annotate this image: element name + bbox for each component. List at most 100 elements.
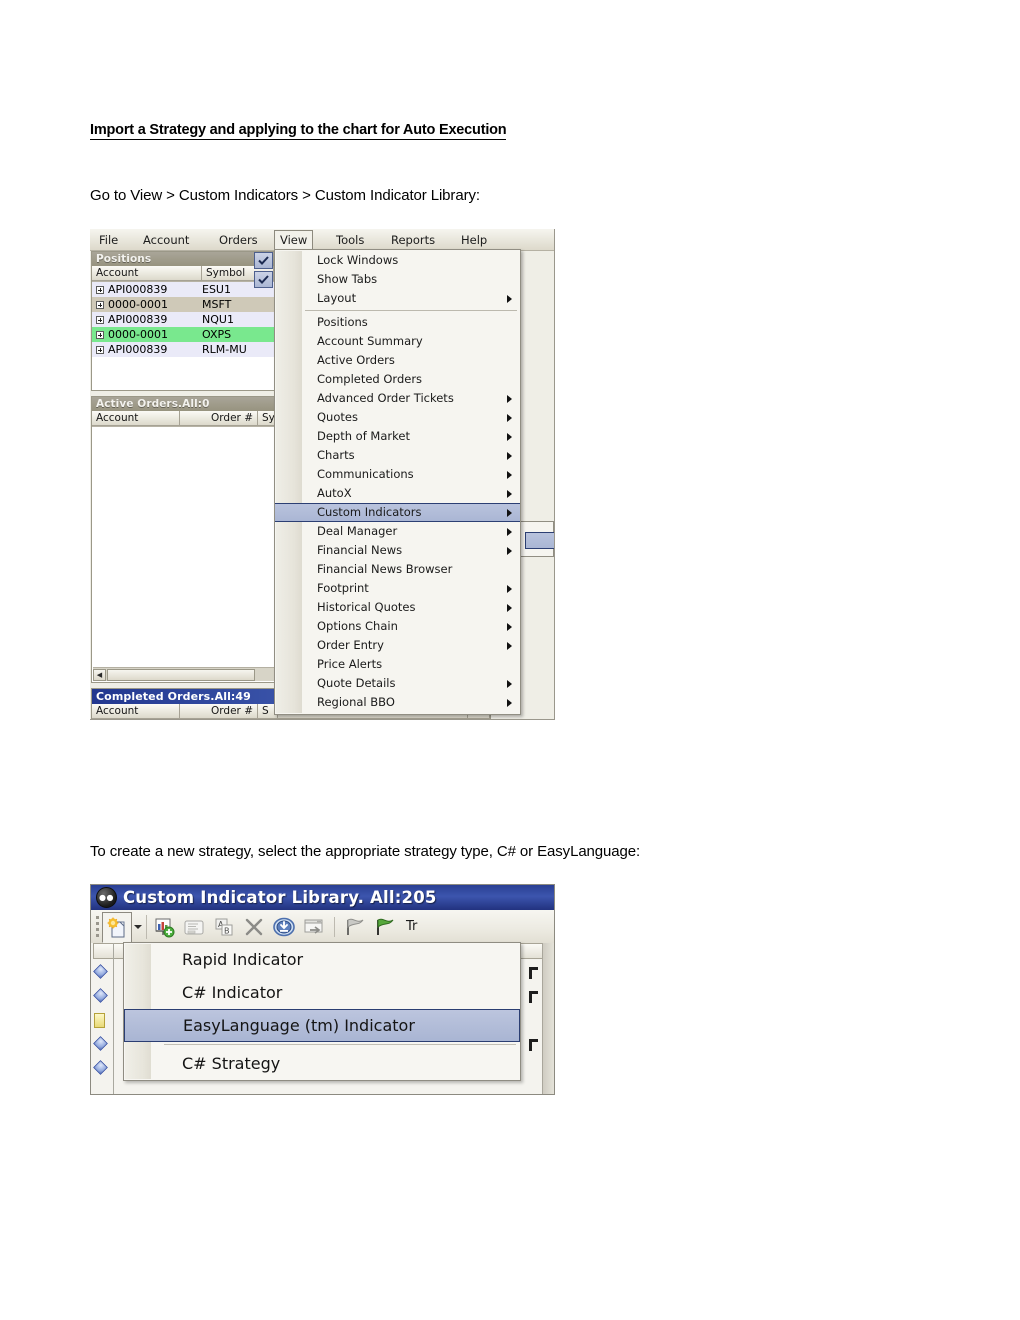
menu-item-autox[interactable]: AutoX xyxy=(275,484,520,503)
submenu-highlighted-item[interactable] xyxy=(525,532,554,549)
menu-item-label: Deal Manager xyxy=(317,524,398,538)
menu-item-label: Historical Quotes xyxy=(317,600,416,614)
menu-item-communications[interactable]: Communications xyxy=(275,465,520,484)
row-marker-icon xyxy=(529,991,538,1003)
export-button[interactable] xyxy=(299,913,329,941)
menu-item-financial-news[interactable]: Financial News xyxy=(275,541,520,560)
checkmark-icon xyxy=(254,252,273,269)
properties-button[interactable] xyxy=(179,913,209,941)
add-to-chart-button[interactable] xyxy=(149,913,179,941)
expand-icon[interactable] xyxy=(92,300,108,309)
menu-item-quotes[interactable]: Quotes xyxy=(275,408,520,427)
export-window-icon xyxy=(304,919,323,934)
menu-item-quote-details[interactable]: Quote Details xyxy=(275,674,520,693)
menu-item-account-summary[interactable]: Account Summary xyxy=(275,332,520,351)
delete-button[interactable] xyxy=(239,913,269,941)
menu-item-completed-orders[interactable]: Completed Orders xyxy=(275,370,520,389)
menu-item-footprint[interactable]: Footprint xyxy=(275,579,520,598)
menu-item-csharp-strategy[interactable]: C# Strategy xyxy=(124,1047,520,1080)
import-button[interactable] xyxy=(269,913,299,941)
menu-item-advanced-order-tickets[interactable]: Advanced Order Tickets xyxy=(275,389,520,408)
new-item-dropdown-caret-icon[interactable] xyxy=(132,924,144,929)
menu-item-label: Footprint xyxy=(317,581,369,595)
screenshot-view-menu: File Account Orders View Tools Reports H… xyxy=(90,229,555,720)
list-item-icon[interactable] xyxy=(93,1036,108,1051)
menu-tools[interactable]: Tools xyxy=(331,232,369,248)
scrollbar-thumb[interactable] xyxy=(107,668,255,681)
row-marker-icon xyxy=(529,1039,538,1051)
menu-item-label: Rapid Indicator xyxy=(182,950,304,969)
menu-item-regional-bbo[interactable]: Regional BBO xyxy=(275,693,520,712)
column-account[interactable]: Account xyxy=(92,411,180,426)
scroll-left-arrow[interactable]: ◀ xyxy=(93,668,106,681)
list-item-icon[interactable] xyxy=(93,964,108,979)
menu-item-positions[interactable]: Positions xyxy=(275,313,520,332)
menu-item-lock-windows[interactable]: Lock Windows xyxy=(254,251,520,270)
column-order-number[interactable]: Order # xyxy=(180,411,258,426)
menu-item-depth-of-market[interactable]: Depth of Market xyxy=(275,427,520,446)
submenu-arrow-icon xyxy=(507,394,512,403)
menu-item-options-chain[interactable]: Options Chain xyxy=(275,617,520,636)
app-icon: ●● xyxy=(96,887,117,908)
submenu-arrow-icon xyxy=(507,508,512,517)
menu-item-label: EasyLanguage (tm) Indicator xyxy=(183,1016,415,1035)
list-item-icon[interactable] xyxy=(94,1013,108,1028)
menu-item-easylanguage-indicator[interactable]: EasyLanguage (tm) Indicator xyxy=(124,1009,520,1042)
rename-button[interactable]: A B xyxy=(209,913,239,941)
menu-item-label: Positions xyxy=(317,315,368,329)
menu-item-label: Charts xyxy=(317,448,355,462)
custom-indicators-submenu[interactable] xyxy=(520,521,554,557)
toolbar-divider xyxy=(146,914,147,939)
menu-file[interactable]: File xyxy=(94,232,123,248)
menu-orders[interactable]: Orders xyxy=(214,232,263,248)
menu-item-label: Layout xyxy=(317,291,357,305)
submenu-arrow-icon xyxy=(507,622,512,631)
menu-item-active-orders[interactable]: Active Orders xyxy=(275,351,520,370)
menu-item-label: Financial News Browser xyxy=(317,562,453,576)
menu-item-show-tabs[interactable]: Show Tabs xyxy=(254,270,520,289)
enabled-flag-button[interactable] xyxy=(370,913,400,941)
menu-help[interactable]: Help xyxy=(456,232,492,248)
instruction-goto-view: Go to View > Custom Indicators > Custom … xyxy=(90,187,480,204)
expand-icon[interactable] xyxy=(92,315,108,324)
cell-account: 0000-0001 xyxy=(108,298,168,311)
menu-item-financial-news-browser[interactable]: Financial News Browser xyxy=(275,560,520,579)
column-order-number[interactable]: Order # xyxy=(180,704,258,719)
column-account[interactable]: Account xyxy=(92,266,202,281)
window-title: Custom Indicator Library. All:205 xyxy=(123,888,437,907)
row-marker-icon xyxy=(529,967,538,979)
menu-item-layout[interactable]: Layout xyxy=(275,289,520,308)
menu-item-custom-indicators[interactable]: Custom Indicators xyxy=(275,503,520,522)
expand-icon[interactable] xyxy=(92,285,108,294)
menu-item-label: Advanced Order Tickets xyxy=(317,391,454,405)
menu-item-order-entry[interactable]: Order Entry xyxy=(275,636,520,655)
toolbar-grip-icon[interactable] xyxy=(94,916,102,938)
new-item-dropdown-menu: Rapid Indicator C# Indicator EasyLanguag… xyxy=(123,942,521,1081)
menu-item-label: Depth of Market xyxy=(317,429,410,443)
list-item-icon[interactable] xyxy=(93,988,108,1003)
menu-item-rapid-indicator[interactable]: Rapid Indicator xyxy=(124,943,520,976)
menu-item-deal-manager[interactable]: Deal Manager xyxy=(275,522,520,541)
cell-account: API000839 xyxy=(108,313,168,326)
menu-view[interactable]: View xyxy=(274,230,314,251)
new-item-button[interactable] xyxy=(102,912,132,943)
submenu-arrow-icon xyxy=(507,470,512,479)
expand-icon[interactable] xyxy=(92,330,108,339)
menu-account[interactable]: Account xyxy=(138,232,194,248)
list-item-icon[interactable] xyxy=(93,1060,108,1075)
close-x-icon xyxy=(245,918,263,935)
menu-item-charts[interactable]: Charts xyxy=(275,446,520,465)
rename-ab-icon: A B xyxy=(215,918,233,935)
menu-item-price-alerts[interactable]: Price Alerts xyxy=(275,655,520,674)
menu-item-label: Regional BBO xyxy=(317,695,395,709)
menu-item-label: C# Strategy xyxy=(182,1054,281,1073)
menu-reports[interactable]: Reports xyxy=(386,232,440,248)
active-orders-panel: Active Orders.All:0 Account Order # Sym … xyxy=(91,396,280,683)
horizontal-scrollbar[interactable]: ◀ xyxy=(93,667,277,681)
menu-item-csharp-indicator[interactable]: C# Indicator xyxy=(124,976,520,1009)
menu-item-historical-quotes[interactable]: Historical Quotes xyxy=(275,598,520,617)
submenu-arrow-icon xyxy=(507,603,512,612)
column-account[interactable]: Account xyxy=(92,704,180,719)
disabled-flag-button[interactable] xyxy=(340,913,370,941)
expand-icon[interactable] xyxy=(92,345,108,354)
